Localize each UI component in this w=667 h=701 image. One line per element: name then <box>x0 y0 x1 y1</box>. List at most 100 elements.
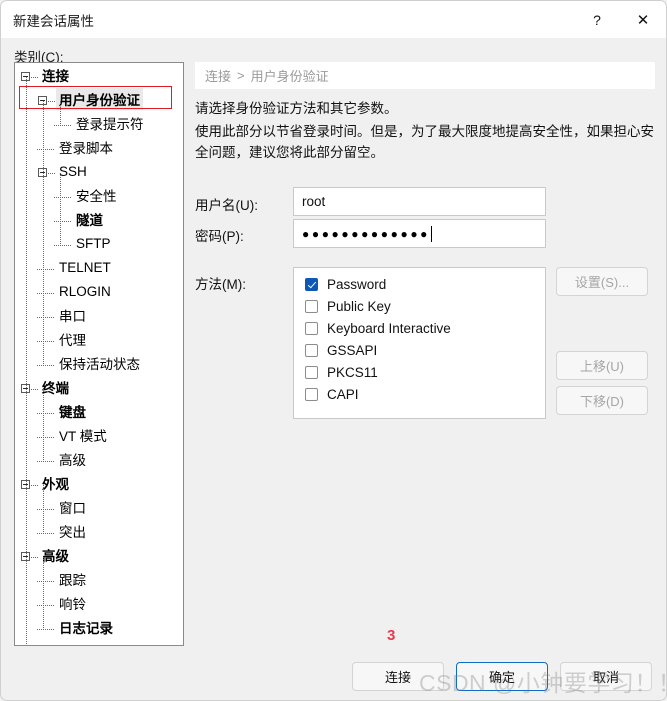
tree-item-7[interactable]: SFTP <box>15 231 183 255</box>
tree-item-label: 高级 <box>59 453 86 468</box>
password-input[interactable]: ●●●●●●●●●●●●● <box>293 219 546 248</box>
tree-item-label: 键盘 <box>59 405 86 420</box>
tree-item-label: 日志记录 <box>59 621 113 636</box>
tree-connector-h <box>54 125 72 126</box>
tree-item-label: SSH <box>59 163 87 179</box>
username-input[interactable]: root <box>293 187 546 216</box>
tree-item-5[interactable]: 安全性 <box>15 183 183 207</box>
tree-item-label: 隧道 <box>76 213 103 228</box>
method-label: GSSAPI <box>327 342 378 358</box>
method-row-5[interactable]: CAPI <box>294 383 545 405</box>
breadcrumb-root: 连接 <box>205 69 232 84</box>
tree-item-17[interactable]: 外观 <box>15 471 183 495</box>
method-label: PKCS11 <box>327 364 378 380</box>
move-up-button[interactable]: 上移(U) <box>556 351 648 380</box>
username-label: 用户名(U): <box>195 198 258 213</box>
tree-item-15[interactable]: VT 模式 <box>15 423 183 447</box>
checkbox-icon[interactable] <box>305 299 318 313</box>
tree-item-14[interactable]: 键盘 <box>15 399 183 423</box>
tree-item-9[interactable]: RLOGIN <box>15 279 183 303</box>
tree-connector-h <box>37 149 55 150</box>
tree-item-3[interactable]: 登录脚本 <box>15 135 183 159</box>
tree-item-label: TELNET <box>59 259 111 275</box>
tree-connector-h <box>37 461 55 462</box>
tree-connector-v <box>43 389 44 461</box>
tree-item-23[interactable]: 日志记录 <box>15 615 183 639</box>
username-value: root <box>302 194 326 209</box>
help-icon[interactable]: ? <box>574 1 620 38</box>
breadcrumb-separator: > <box>237 68 245 83</box>
settings-button[interactable]: 设置(S)... <box>556 267 648 296</box>
tree-item-label: RLOGIN <box>59 283 111 299</box>
breadcrumb: 连接 > 用户身份验证 <box>195 62 655 89</box>
checkbox-icon[interactable] <box>305 387 318 401</box>
method-row-0[interactable]: Password <box>294 273 545 295</box>
tree-connector-h <box>54 221 72 222</box>
tree-connector-h <box>37 605 55 606</box>
methods-label: 方法(M): <box>195 277 246 292</box>
move-down-button[interactable]: 下移(D) <box>556 386 648 415</box>
tree-item-label: 登录提示符 <box>76 117 144 132</box>
tree-item-20[interactable]: 高级 <box>15 543 183 567</box>
method-row-3[interactable]: GSSAPI <box>294 339 545 361</box>
tree-connector-h <box>37 341 55 342</box>
step-marker-annotation: 3 <box>387 627 396 644</box>
tree-connector-h <box>48 101 55 102</box>
tree-connector-v <box>43 101 44 365</box>
tree-item-21[interactable]: 跟踪 <box>15 567 183 591</box>
tree-item-label: 保持活动状态 <box>59 357 140 372</box>
tree-item-2[interactable]: 登录提示符 <box>15 111 183 135</box>
cancel-button[interactable]: 取消 <box>560 662 652 691</box>
category-tree[interactable]: 连接 用户身份验证登录提示符登录脚本 SSH 安全性隧道 SFTP TELNET RLOGI… <box>14 62 184 646</box>
method-row-4[interactable]: PKCS11 <box>294 361 545 383</box>
tree-item-24[interactable]: 文件传输 <box>15 639 183 645</box>
tree-item-18[interactable]: 窗口 <box>15 495 183 519</box>
password-masked-value: ●●●●●●●●●●●●● <box>302 226 431 241</box>
method-row-2[interactable]: Keyboard Interactive <box>294 317 545 339</box>
breadcrumb-current: 用户身份验证 <box>250 69 329 84</box>
tree-connector-h <box>54 245 72 246</box>
tree-item-19[interactable]: 突出 <box>15 519 183 543</box>
window-title: 新建会话属性 <box>13 13 94 29</box>
description-line-1: 请选择身份验证方法和其它参数。 <box>195 101 398 116</box>
tree-connector-h <box>37 269 55 270</box>
tree-item-11[interactable]: 代理 <box>15 327 183 351</box>
tree-connector-h <box>37 317 55 318</box>
title-bar: 新建会话属性 ? ✕ <box>1 1 666 38</box>
tree-item-16[interactable]: 高级 <box>15 447 183 471</box>
checkbox-icon[interactable] <box>305 343 318 357</box>
tree-item-0[interactable]: 连接 <box>15 63 183 87</box>
tree-connector-h <box>31 77 38 78</box>
tree-connector-h <box>37 437 55 438</box>
tree-connector-v <box>60 101 61 125</box>
tree-item-label: 响铃 <box>59 597 86 612</box>
method-row-1[interactable]: Public Key <box>294 295 545 317</box>
description-line-2: 使用此部分以节省登录时间。但是，为了最大限度地提高安全性，如果担心安全问题，建议… <box>195 124 654 160</box>
dialog-window: 新建会话属性 ? ✕ 类别(C): 连接 用户身份验证 登录提示符 登录脚本 SSH 安全… <box>0 0 667 701</box>
tree-item-label: 窗口 <box>59 501 86 516</box>
tree-item-12[interactable]: 保持活动状态 <box>15 351 183 375</box>
tree-connector-h <box>37 533 55 534</box>
tree-item-label: 用户身份验证 <box>56 88 143 110</box>
tree-item-label: 串口 <box>59 309 86 324</box>
checkbox-icon[interactable] <box>305 321 318 335</box>
tree-connector-h <box>48 173 55 174</box>
methods-listbox[interactable]: Password Public Key Keyboard Interactive GS… <box>293 267 546 419</box>
tree-connector-h <box>37 365 55 366</box>
tree-item-label: 代理 <box>59 333 86 348</box>
tree-item-8[interactable]: TELNET <box>15 255 183 279</box>
tree-item-22[interactable]: 响铃 <box>15 591 183 615</box>
connect-button[interactable]: 连接 <box>352 662 444 691</box>
method-label: Password <box>327 276 387 292</box>
checkbox-icon[interactable] <box>305 365 318 379</box>
ok-button[interactable]: 确定 <box>456 662 548 691</box>
tree-item-13[interactable]: 终端 <box>15 375 183 399</box>
tree-connector-h <box>31 485 38 486</box>
tree-item-6[interactable]: 隧道 <box>15 207 183 231</box>
tree-connector-h <box>31 557 38 558</box>
close-icon[interactable]: ✕ <box>620 1 666 38</box>
tree-item-label: 安全性 <box>76 189 117 204</box>
tree-connector-v <box>60 173 61 245</box>
tree-item-10[interactable]: 串口 <box>15 303 183 327</box>
checkbox-checked-icon[interactable] <box>305 277 318 291</box>
